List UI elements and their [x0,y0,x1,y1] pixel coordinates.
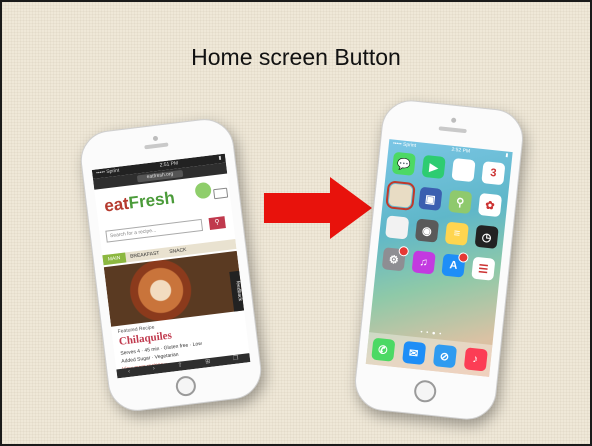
notification-badge [457,252,469,264]
front-camera [450,117,457,124]
calendar-app-icon[interactable] [451,157,476,183]
camera-app-icon[interactable]: ◉ [414,218,440,243]
home-button[interactable] [413,379,438,404]
phone-left: ••••• Sprint 2:51 PM ▮ eatfresh.org eatF… [77,115,265,415]
leaf-icon [194,181,213,200]
eatfresh-app-icon[interactable] [385,180,416,212]
notes-blank-app-icon[interactable] [385,215,410,240]
search-row: Search for a recipe... ⚲ [105,216,227,243]
reminders-app-icon[interactable]: ☰ [471,256,496,281]
tab-snack[interactable]: SNACK [164,244,192,257]
safari-app-icon[interactable]: ⊘ [432,344,457,369]
videos-app-icon[interactable]: ▣ [418,186,443,211]
messages-app-icon[interactable]: 💬 [391,151,416,176]
app-grid: 💬 ▶ 3 ▣ ⚲ ✿ ◉ ≡ ◷ ⚙ ♫ A ☰ [381,151,506,281]
phone-left-screen: ••••• Sprint 2:51 PM ▮ eatfresh.org eatF… [91,153,251,379]
slide-title: Home screen Button [191,44,401,70]
share-icon[interactable]: ⇧ [177,361,183,371]
status-time: 2:52 PM [451,146,471,155]
menu-icon[interactable] [213,187,229,200]
music-app-icon[interactable]: ♪ [463,347,488,372]
home-screen: ••••• Sprint 2:52 PM ▮ 💬 ▶ 3 ▣ ⚲ ✿ ◉ ≡ ◷ ⚙ ♫ A ☰ • •… [365,139,513,377]
notes-app-icon[interactable]: ≡ [444,221,469,246]
front-camera [152,135,159,142]
logo-part1: eat [103,193,130,216]
url-text: eatfresh.org [136,169,184,183]
red-arrow-icon [264,177,372,239]
photos-app-icon[interactable]: ✿ [477,192,503,218]
tab-main[interactable]: MAIN [102,252,126,266]
forward-icon[interactable]: › [152,365,156,374]
settings-app-icon[interactable]: ⚙ [381,245,410,272]
clock-app-icon[interactable]: ◷ [474,224,499,249]
itunes-app-icon[interactable]: ♫ [411,250,436,275]
bookmarks-icon[interactable]: ⊞ [205,358,211,368]
battery-icon: ▮ [218,155,222,162]
slide: Home screen Button ••••• Sprint 2:51 PM … [0,0,592,446]
mail-app-icon[interactable]: ✉ [401,340,426,365]
recipe-search-input[interactable]: Search for a recipe... [105,218,204,243]
phone-app-icon[interactable]: ✆ [370,337,395,362]
search-icon[interactable]: ⚲ [208,216,226,230]
battery-icon: ▮ [505,152,509,159]
logo-part2: Fresh [127,188,176,213]
facetime-app-icon[interactable]: ▶ [421,154,446,180]
home-button[interactable] [174,374,198,398]
calendar-day-app-icon[interactable]: 3 [481,161,506,186]
eatfresh-logo[interactable]: eatFresh [103,188,176,216]
phone-right: ••••• Sprint 2:52 PM ▮ 💬 ▶ 3 ▣ ⚲ ✿ ◉ ≡ ◷ ⚙ ♫ A ☰ • •… [352,97,526,423]
notification-badge [398,245,410,257]
tabs-icon[interactable]: ❐ [233,355,239,365]
speaker [438,126,467,134]
speaker [144,142,169,150]
app-store-app-icon[interactable]: A [441,252,469,278]
carrier-text: ••••• Sprint [392,140,417,149]
arrow-shape [264,177,372,239]
maps-app-icon[interactable]: ⚲ [448,189,473,214]
back-icon[interactable]: ‹ [128,368,131,377]
